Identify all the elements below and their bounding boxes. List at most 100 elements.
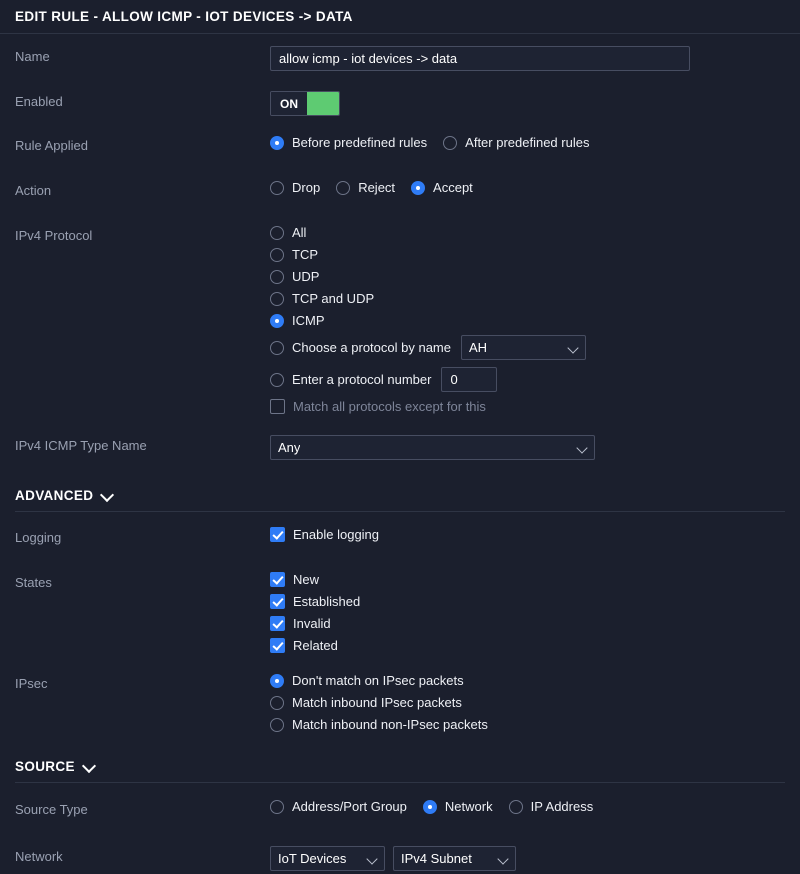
- checkbox-state-related[interactable]: Related: [270, 638, 785, 653]
- checkbox-state-established[interactable]: Established: [270, 594, 785, 609]
- enabled-toggle-label: ON: [271, 92, 307, 115]
- radio-label: Match inbound IPsec packets: [292, 695, 462, 710]
- radio-label: Drop: [292, 180, 321, 195]
- row-ipv4-protocol: IPv4 Protocol All TCP UDP TCP and UDP IC…: [0, 225, 800, 414]
- network-subnet-select[interactable]: IPv4 Subnet: [393, 846, 516, 871]
- radio-ipsec-match-inbound-non-ipsec[interactable]: Match inbound non-IPsec packets: [270, 717, 785, 732]
- radio-label: Choose a protocol by name: [292, 340, 451, 355]
- source-section-header[interactable]: Source: [15, 754, 785, 778]
- ipv4-protocol-label: IPv4 Protocol: [15, 228, 93, 243]
- edit-rule-panel: Edit Rule - Allow ICMP - IoT Devices -> …: [0, 0, 800, 874]
- radio-icon: [270, 695, 284, 710]
- enabled-toggle[interactable]: ON: [270, 91, 340, 116]
- radio-protocol-by-name[interactable]: Choose a protocol by name: [270, 340, 451, 355]
- radio-icon: [508, 799, 523, 814]
- radio-icon: [270, 313, 284, 328]
- radio-icon: [270, 135, 284, 150]
- advanced-section-header[interactable]: Advanced: [15, 483, 785, 507]
- protocol-name-value: AH: [468, 340, 488, 355]
- radio-label: All: [292, 225, 307, 240]
- enabled-label: Enabled: [15, 94, 63, 109]
- radio-protocol-tcp[interactable]: TCP: [270, 247, 785, 262]
- radio-icon: [270, 717, 284, 732]
- radio-ipsec-dont-match[interactable]: Don't match on IPsec packets: [270, 673, 785, 688]
- checkbox-enable-logging[interactable]: Enable logging: [270, 527, 769, 542]
- advanced-section-title: Advanced: [15, 487, 94, 503]
- row-ipsec: IPsec Don't match on IPsec packets Match…: [0, 673, 800, 732]
- advanced-divider: [15, 511, 785, 512]
- radio-source-ip-address[interactable]: IP Address: [508, 799, 594, 814]
- states-options: New Established Invalid Related: [270, 572, 785, 653]
- radio-label: Accept: [433, 180, 473, 195]
- radio-protocol-all[interactable]: All: [270, 225, 785, 240]
- checkbox-match-all-except[interactable]: Match all protocols except for this: [270, 399, 785, 414]
- radio-label: Before predefined rules: [292, 135, 428, 150]
- radio-after-predefined-rules[interactable]: After predefined rules: [443, 135, 589, 150]
- section-source: Source: [0, 754, 800, 778]
- action-options: Drop Reject Accept: [270, 180, 785, 195]
- radio-label: After predefined rules: [465, 135, 590, 150]
- radio-icon: [411, 180, 426, 195]
- radio-before-predefined-rules[interactable]: Before predefined rules: [270, 135, 427, 150]
- row-name: Name: [0, 46, 800, 72]
- radio-protocol-tcp-and-udp[interactable]: TCP and UDP: [270, 291, 785, 306]
- radio-label: IP Address: [530, 799, 594, 814]
- network-field-wrap: IoT Devices IPv4 Subnet: [270, 846, 785, 871]
- source-divider: [15, 782, 785, 783]
- radio-icon: [270, 340, 284, 355]
- radio-protocol-by-number[interactable]: Enter a protocol number: [270, 372, 431, 387]
- row-source-type: Source Type Address/Port Group Network I…: [0, 799, 800, 825]
- radio-action-drop[interactable]: Drop: [270, 180, 320, 195]
- enabled-toggle-knob: [307, 92, 339, 115]
- chevron-down-icon: [368, 854, 377, 863]
- states-label: States: [15, 575, 52, 590]
- checkbox-label: Invalid: [293, 616, 331, 631]
- network-subnet-value: IPv4 Subnet: [401, 851, 472, 866]
- checkbox-state-invalid[interactable]: Invalid: [270, 616, 785, 631]
- radio-icon: [422, 799, 437, 814]
- icmp-type-label: IPv4 ICMP Type Name: [15, 438, 147, 453]
- radio-icon: [443, 135, 458, 150]
- chevron-down-icon: [84, 761, 95, 772]
- radio-ipsec-match-inbound[interactable]: Match inbound IPsec packets: [270, 695, 785, 710]
- chevron-down-icon: [569, 343, 578, 352]
- row-states: States New Established Invalid Related: [0, 572, 800, 653]
- radio-icon: [270, 291, 284, 306]
- ipv4-protocol-options: All TCP UDP TCP and UDP ICMP Choose a pr…: [270, 225, 785, 414]
- checkbox-state-new[interactable]: New: [270, 572, 785, 587]
- protocol-name-select[interactable]: AH: [460, 335, 586, 360]
- row-logging: Logging Enable logging: [0, 527, 800, 553]
- icmp-type-select[interactable]: Any: [270, 435, 595, 460]
- checkbox-icon: [270, 572, 285, 587]
- checkbox-icon: [270, 527, 285, 542]
- radio-protocol-udp[interactable]: UDP: [270, 269, 785, 284]
- checkbox-icon: [270, 616, 285, 631]
- rule-applied-label: Rule Applied: [15, 138, 88, 153]
- radio-label: ICMP: [292, 313, 325, 328]
- radio-icon: [270, 247, 284, 262]
- protocol-number-input[interactable]: [441, 367, 498, 392]
- radio-source-address-port-group[interactable]: Address/Port Group: [270, 799, 407, 814]
- radio-label: TCP and UDP: [292, 291, 375, 306]
- name-field-wrap: [270, 46, 785, 71]
- name-input[interactable]: [270, 46, 690, 71]
- network-select[interactable]: IoT Devices: [270, 846, 385, 871]
- source-section-title: Source: [15, 758, 75, 774]
- icmp-type-value: Any: [278, 440, 301, 455]
- form-body: Name Enabled ON Rule Applied Before pred…: [0, 46, 800, 874]
- checkbox-label: Match all protocols except for this: [293, 399, 486, 414]
- enabled-field-wrap: ON: [270, 91, 785, 116]
- chevron-down-icon: [102, 490, 113, 501]
- radio-source-network[interactable]: Network: [422, 799, 493, 814]
- radio-icon: [270, 372, 284, 387]
- radio-action-accept[interactable]: Accept: [411, 180, 473, 195]
- radio-action-reject[interactable]: Reject: [336, 180, 395, 195]
- radio-icon: [270, 799, 284, 814]
- page-title: Edit Rule - Allow ICMP - IoT Devices -> …: [15, 9, 353, 24]
- chevron-down-icon: [499, 854, 508, 863]
- radio-protocol-icmp[interactable]: ICMP: [270, 313, 785, 328]
- network-label: Network: [15, 849, 63, 864]
- radio-icon: [336, 180, 351, 195]
- radio-label: Match inbound non-IPsec packets: [292, 717, 488, 732]
- action-label: Action: [15, 183, 52, 198]
